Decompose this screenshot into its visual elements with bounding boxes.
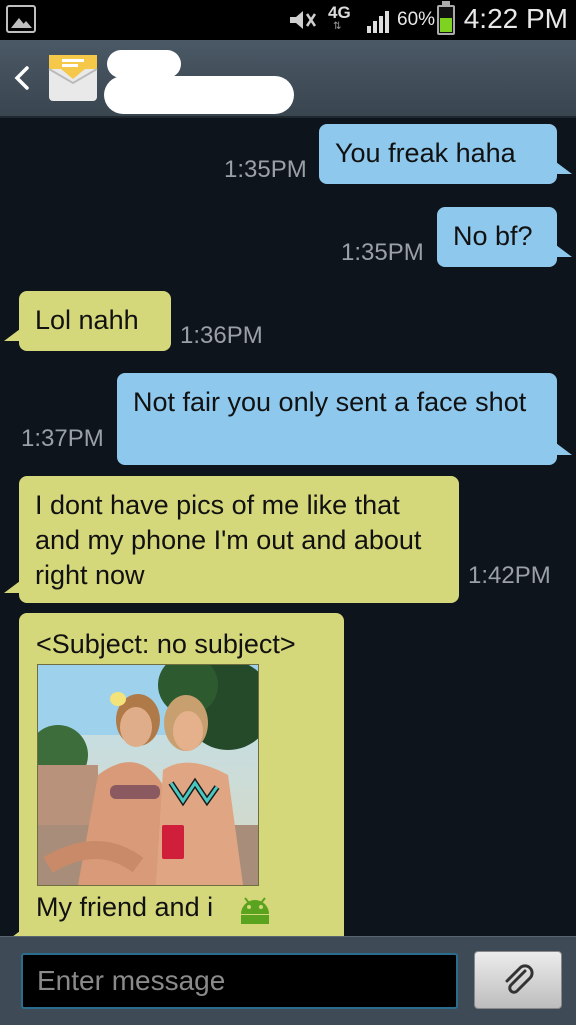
message-timestamp: 1:42PM bbox=[468, 562, 551, 589]
android-icon bbox=[241, 897, 269, 924]
chevron-left-icon[interactable] bbox=[12, 65, 32, 91]
photo-thumbnail bbox=[38, 665, 258, 885]
battery-icon bbox=[437, 1, 455, 35]
message-timestamp: 1:35PM bbox=[341, 239, 424, 266]
message-timestamp: 1:36PM bbox=[180, 322, 263, 349]
envelope-icon[interactable] bbox=[48, 53, 98, 103]
message-text: You freak haha bbox=[335, 138, 516, 168]
status-bar: 4G ⇅ 60% 4:22 PM bbox=[0, 0, 576, 40]
message-composer bbox=[0, 936, 576, 1025]
message-bubble-outgoing[interactable]: You freak haha bbox=[319, 124, 572, 184]
message-input[interactable] bbox=[21, 953, 458, 1009]
contact-number-redacted bbox=[104, 76, 294, 114]
message-timestamp: 1:37PM bbox=[21, 425, 104, 452]
message-timestamp: 1:35PM bbox=[224, 156, 307, 183]
conversation-header bbox=[0, 40, 576, 118]
battery-fill bbox=[440, 17, 452, 32]
message-text: I dont have pics of me like that and my … bbox=[35, 490, 422, 590]
mms-photo[interactable] bbox=[37, 664, 259, 886]
mms-caption: My friend and i bbox=[36, 892, 214, 922]
network-type: 4G bbox=[328, 3, 351, 22]
message-bubble-outgoing[interactable]: Not fair you only sent a face shot bbox=[117, 373, 572, 465]
paperclip-icon bbox=[505, 964, 534, 994]
message-bubble-outgoing[interactable]: No bf? bbox=[437, 207, 572, 267]
mute-icon bbox=[290, 11, 317, 29]
message-bubble-incoming[interactable]: Lol nahh bbox=[4, 291, 171, 351]
signal-icon bbox=[367, 11, 389, 33]
gallery-notification-icon bbox=[6, 5, 36, 33]
data-arrows-icon: ⇅ bbox=[333, 21, 343, 32]
mms-subject: <Subject: no subject> bbox=[36, 629, 296, 659]
attach-button[interactable] bbox=[474, 951, 562, 1009]
message-text: No bf? bbox=[453, 221, 533, 251]
clock: 4:22 PM bbox=[463, 3, 568, 34]
message-text: Lol nahh bbox=[35, 305, 139, 335]
contact-name-redacted bbox=[107, 50, 181, 78]
message-text: Not fair you only sent a face shot bbox=[133, 387, 527, 417]
message-bubble-incoming[interactable]: I dont have pics of me like that and my … bbox=[4, 476, 459, 603]
battery-percent: 60% bbox=[397, 9, 436, 30]
